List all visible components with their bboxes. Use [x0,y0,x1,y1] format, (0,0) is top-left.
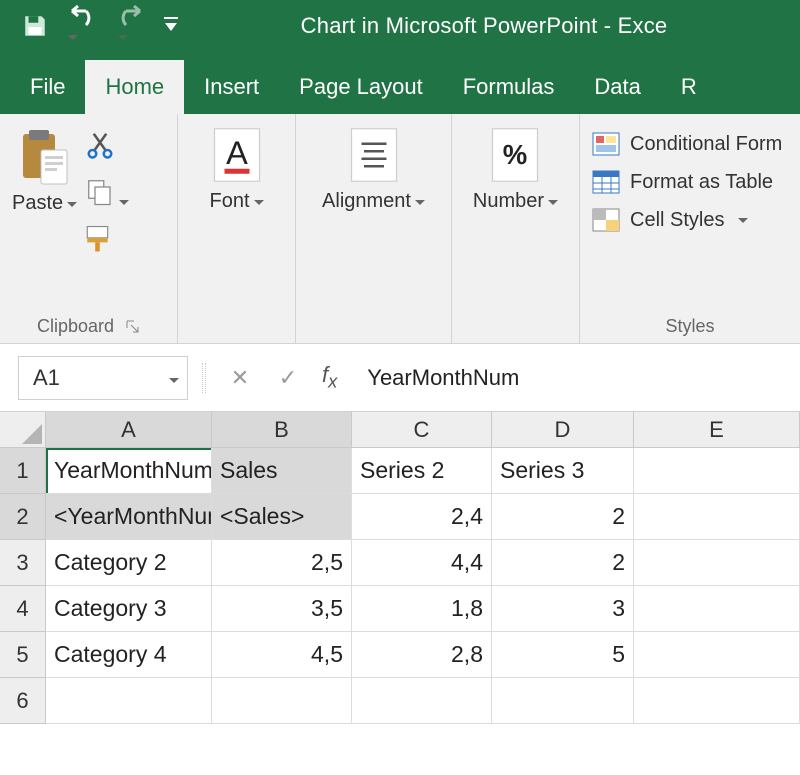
cell-C4[interactable]: 1,8 [352,586,492,632]
col-head-A[interactable]: A [46,412,212,448]
format-painter-button[interactable] [85,224,129,259]
alignment-label: Alignment [322,190,425,213]
cell-D3[interactable]: 2 [492,540,634,586]
cut-button[interactable] [85,130,129,165]
font-button[interactable]: A Font [209,126,263,213]
tab-review[interactable]: R [661,60,717,114]
cell-A6[interactable] [46,678,212,724]
cell-styles-label: Cell Styles [630,209,724,232]
conditional-formatting-button[interactable]: Conditional Form [592,132,782,156]
ribbon: Paste Clipboard A Font Alignme [0,114,800,344]
alignment-button[interactable]: Alignment [322,126,425,213]
tab-data[interactable]: Data [574,60,660,114]
group-font: A Font [178,114,296,343]
tab-home[interactable]: Home [85,60,184,114]
name-box[interactable]: A1 [18,356,188,400]
worksheet-grid[interactable]: A B C D E 1 YearMonthNumber Sales Series… [0,412,800,724]
tab-insert[interactable]: Insert [184,60,279,114]
formula-input[interactable]: YearMonthNum [351,365,790,391]
cell-A2[interactable]: <YearMonthNumber> [46,494,212,540]
row-head-6[interactable]: 6 [0,678,46,724]
cell-styles-button[interactable]: Cell Styles [592,208,748,232]
copy-button[interactable] [85,177,129,212]
conditional-formatting-label: Conditional Form [630,133,782,156]
group-label-styles: Styles [665,316,714,337]
cell-A3[interactable]: Category 2 [46,540,212,586]
customize-qat-icon[interactable] [164,17,178,35]
group-clipboard: Paste Clipboard [0,114,178,343]
cell-B6[interactable] [212,678,352,724]
group-label-clipboard: Clipboard [37,316,114,337]
window-title: Chart in Microsoft PowerPoint - Exce [178,13,800,39]
cell-D6[interactable] [492,678,634,724]
cell-C5[interactable]: 2,8 [352,632,492,678]
ribbon-tabs: File Home Insert Page Layout Formulas Da… [0,52,800,114]
chevron-down-icon[interactable] [165,365,179,391]
col-head-E[interactable]: E [634,412,800,448]
select-all-button[interactable] [0,412,46,448]
name-box-value: A1 [33,365,60,391]
confirm-edit-icon[interactable]: ✓ [268,365,308,391]
tab-file[interactable]: File [0,60,85,114]
group-styles: Conditional Form Format as Table Cell St… [580,114,800,343]
cell-C3[interactable]: 4,4 [352,540,492,586]
row-head-3[interactable]: 3 [0,540,46,586]
cell-B5[interactable]: 4,5 [212,632,352,678]
cell-E2[interactable] [634,494,800,540]
cell-D2[interactable]: 2 [492,494,634,540]
fx-icon[interactable]: fx [316,362,343,392]
col-head-C[interactable]: C [352,412,492,448]
svg-text:A: A [226,135,248,171]
row-head-4[interactable]: 4 [0,586,46,632]
group-label-font [190,333,283,337]
formula-bar: A1 ✕ ✓ fx YearMonthNum [0,344,800,412]
font-label: Font [209,190,263,213]
row-head-5[interactable]: 5 [0,632,46,678]
format-as-table-button[interactable]: Format as Table [592,170,773,194]
tab-page-layout[interactable]: Page Layout [279,60,443,114]
cell-D4[interactable]: 3 [492,586,634,632]
cell-B1[interactable]: Sales [212,448,352,494]
row-head-1[interactable]: 1 [0,448,46,494]
cell-E4[interactable] [634,586,800,632]
redo-button[interactable] [114,5,148,47]
row-head-2[interactable]: 2 [0,494,46,540]
undo-button[interactable] [64,5,98,47]
separator [202,363,206,393]
dialog-launcher-icon[interactable] [126,320,140,334]
tab-formulas[interactable]: Formulas [443,60,575,114]
cell-D5[interactable]: 5 [492,632,634,678]
group-label-alignment [308,333,439,337]
cell-B2[interactable]: <Sales> [212,494,352,540]
cell-E6[interactable] [634,678,800,724]
svg-text:%: % [503,139,527,170]
number-label: Number [473,190,558,213]
quick-access-toolbar [0,5,178,47]
group-label-number [464,333,567,337]
cancel-edit-icon[interactable]: ✕ [220,365,260,391]
format-as-table-label: Format as Table [630,171,773,194]
cell-C2[interactable]: 2,4 [352,494,492,540]
cell-B4[interactable]: 3,5 [212,586,352,632]
paste-button[interactable]: Paste [12,126,77,215]
cell-E3[interactable] [634,540,800,586]
cell-B3[interactable]: 2,5 [212,540,352,586]
cell-C1[interactable]: Series 2 [352,448,492,494]
cell-A4[interactable]: Category 3 [46,586,212,632]
cell-E5[interactable] [634,632,800,678]
number-button[interactable]: % Number [473,126,558,213]
col-head-D[interactable]: D [492,412,634,448]
group-alignment: Alignment [296,114,452,343]
cell-A1[interactable]: YearMonthNumber [46,448,212,494]
cell-D1[interactable]: Series 3 [492,448,634,494]
cell-C6[interactable] [352,678,492,724]
cell-E1[interactable] [634,448,800,494]
col-head-B[interactable]: B [212,412,352,448]
save-icon[interactable] [22,13,48,39]
paste-label: Paste [12,192,77,215]
cell-A5[interactable]: Category 4 [46,632,212,678]
group-number: % Number [452,114,580,343]
titlebar: Chart in Microsoft PowerPoint - Exce [0,0,800,52]
